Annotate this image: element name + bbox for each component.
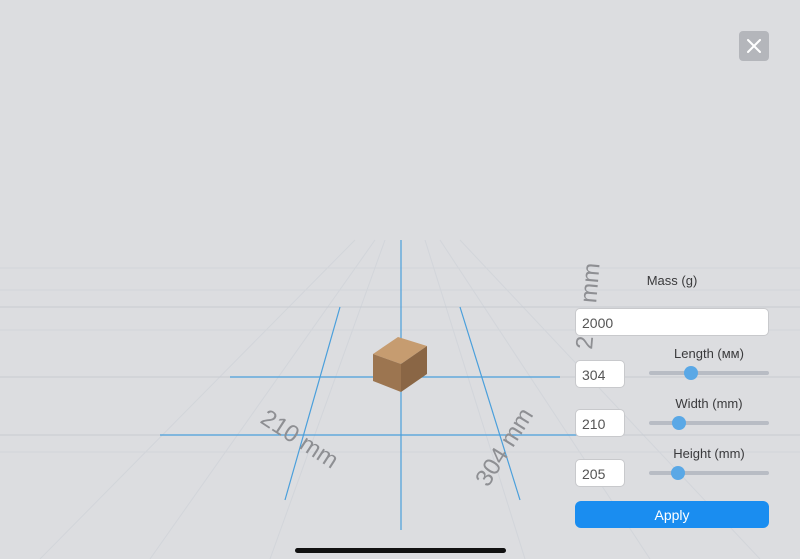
height-label: Height (mm) <box>673 446 745 461</box>
height-field[interactable] <box>575 459 625 487</box>
width-field[interactable] <box>575 409 625 437</box>
length-slider[interactable] <box>649 365 769 381</box>
mass-label: Mass (g) <box>646 273 698 288</box>
height-slider[interactable] <box>649 465 769 481</box>
close-button[interactable] <box>739 31 769 61</box>
mass-field[interactable] <box>575 308 769 336</box>
height-slider-thumb[interactable] <box>670 466 685 480</box>
length-slider-thumb[interactable] <box>684 366 698 380</box>
apply-button[interactable]: Apply <box>575 501 769 528</box>
height-dimension-label: 205 mm <box>571 262 605 351</box>
width-slider[interactable] <box>649 415 769 431</box>
close-icon <box>747 39 761 53</box>
width-dimension-label: 210 mm <box>256 404 343 474</box>
width-label: Width (mm) <box>675 396 743 411</box>
width-slider-thumb[interactable] <box>672 416 686 430</box>
length-slider-track <box>649 371 769 375</box>
width-slider-track <box>649 421 769 425</box>
home-indicator <box>295 548 506 553</box>
length-field[interactable] <box>575 360 625 388</box>
length-label: Length (мм) <box>674 346 744 361</box>
height-slider-track <box>649 471 769 475</box>
cardboard-box <box>373 337 427 392</box>
